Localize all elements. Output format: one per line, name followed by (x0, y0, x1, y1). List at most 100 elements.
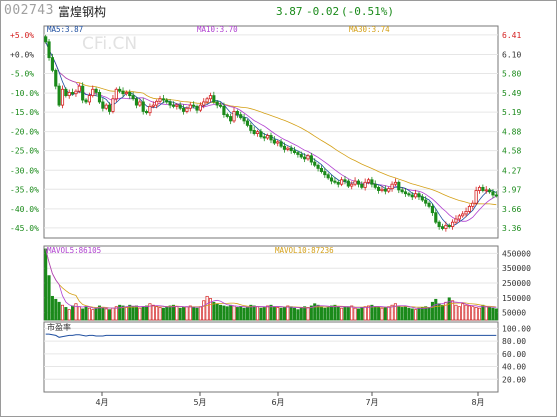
volume-bar (471, 306, 475, 321)
volume-bar (447, 297, 451, 321)
volume-bar (319, 306, 323, 321)
volume-bar (484, 306, 488, 321)
candle-body (420, 196, 424, 201)
volume-bar (282, 307, 286, 321)
volume-bar (474, 307, 478, 321)
candle-body (457, 215, 461, 220)
candle-body (104, 104, 108, 109)
pe-tick: 80.00 (502, 337, 526, 346)
volume-bar (165, 306, 169, 321)
candle-body (235, 111, 239, 115)
volume-bar (145, 305, 149, 321)
vol-ma5-line (45, 248, 497, 309)
volume-bar (134, 305, 139, 321)
candle-body (447, 224, 451, 228)
candle-body (474, 190, 478, 204)
candle-body (212, 95, 216, 103)
stock-chart: 6.41 +5.0% 6.10 +0.0% 5.80 -5.0% 5.49 -10.0% 5.1… (10, 25, 531, 407)
candle-body (245, 120, 250, 126)
candle-body (64, 88, 68, 97)
volume-bar (403, 306, 408, 321)
candle-body (488, 189, 492, 193)
candle-body (54, 69, 58, 87)
panel-border-3 (43, 321, 499, 393)
volume-bar (464, 304, 468, 321)
candle-body (323, 171, 327, 176)
candle-body (91, 88, 95, 97)
right-price-tick: 5.19 (502, 108, 521, 117)
volume-bar (259, 307, 263, 321)
candle-body (269, 135, 273, 141)
candle-body (279, 141, 283, 147)
candle-body (434, 212, 438, 223)
right-price-tick: 5.49 (502, 89, 521, 98)
volume-bar (60, 304, 65, 321)
volume-bar (356, 308, 360, 321)
left-pct-tick: -40.0% (10, 205, 39, 214)
candle-body (326, 174, 330, 179)
volume-bar (205, 295, 209, 321)
volume-bar (185, 306, 189, 321)
volume-bar (440, 304, 445, 321)
volume-bar (114, 306, 118, 321)
candle-body (343, 179, 347, 182)
volume-bar (427, 307, 431, 321)
volume-bar (434, 298, 438, 321)
candle-body (198, 104, 202, 111)
candle-body (141, 101, 145, 112)
volume-tick: 50000 (502, 309, 526, 318)
candle-body (360, 183, 364, 188)
candle-body (363, 181, 367, 188)
candle-body (205, 98, 209, 103)
left-pct-tick: -5.0% (10, 69, 34, 78)
volume-bar (454, 304, 458, 321)
volume-bar (266, 305, 270, 321)
candle-body (50, 57, 54, 71)
candle-body (60, 88, 65, 106)
volume-bar (161, 307, 165, 321)
candle-body (306, 155, 310, 160)
volume-bar (64, 307, 68, 321)
candle-body (218, 104, 223, 107)
volume-bar (299, 307, 303, 321)
candle-body (165, 99, 169, 103)
volume-bar (467, 305, 471, 321)
volume-bar (215, 303, 219, 321)
candle-body (319, 167, 324, 172)
volume-bar (377, 307, 381, 321)
candle-body (124, 92, 128, 95)
volume-bar (289, 306, 293, 321)
volume-bar (336, 306, 340, 321)
volume-bar (108, 309, 112, 321)
candle-body (84, 99, 88, 103)
volume-bar (57, 301, 61, 321)
volume-bar (239, 306, 243, 321)
candle-body (387, 188, 391, 192)
volume-bar (326, 307, 330, 321)
volume-bar (71, 305, 75, 321)
volume-bar (171, 304, 176, 321)
volume-bar (104, 308, 108, 321)
candle-body (138, 101, 142, 106)
candle-body (477, 186, 482, 191)
volume-bar (77, 306, 81, 321)
candle-body (437, 221, 441, 228)
candle-body (161, 98, 165, 101)
volume-bar (373, 306, 377, 321)
candle-body (175, 104, 179, 107)
candle-body (329, 177, 334, 182)
right-price-tick: 5.80 (502, 69, 521, 78)
volume-bar (407, 307, 411, 321)
right-price-tick: 3.66 (502, 205, 521, 214)
candle-body (491, 191, 495, 196)
candle-body (390, 183, 394, 190)
candle-body (282, 145, 287, 150)
candle-body (303, 156, 307, 160)
candle-body (289, 147, 293, 152)
pe-tick: 20.00 (502, 375, 526, 384)
candle-body (333, 180, 337, 183)
candle-body (181, 107, 186, 112)
volume-bar (168, 305, 172, 321)
candle-body (451, 221, 455, 228)
candle-body (370, 179, 374, 185)
